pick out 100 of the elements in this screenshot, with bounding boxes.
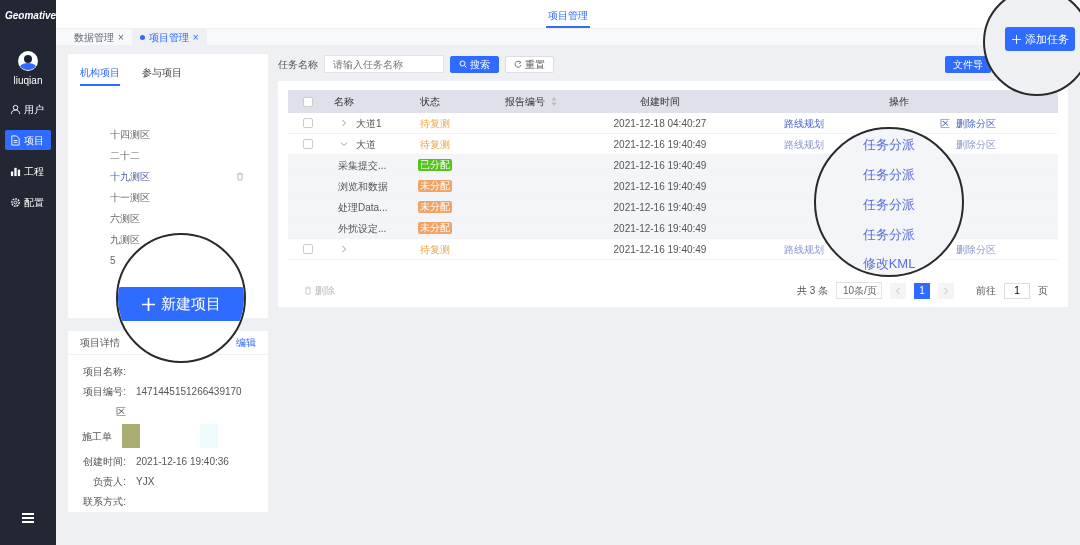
user-icon	[10, 103, 21, 115]
avatar-icon	[18, 51, 38, 71]
date-cell-text: 2021-12-16 19:40:49	[613, 179, 707, 194]
sort-icon	[551, 97, 557, 106]
action-link[interactable]: 任务分派	[863, 225, 915, 245]
breadcrumb-tab[interactable]: 数据管理 ×	[66, 29, 132, 45]
sidebar-item[interactable]: 项目	[5, 130, 51, 150]
field-label: 创建时间:	[82, 454, 126, 469]
status-text: 待复测	[420, 137, 450, 152]
date-cell-text: 2021-12-16 19:40:49	[613, 221, 707, 236]
name-cell-text: 外扰设定...	[338, 221, 387, 236]
reset-icon	[514, 60, 522, 68]
column-header: 报告编号	[505, 95, 545, 109]
column-header: 名称	[334, 95, 354, 109]
row-checkbox[interactable]	[303, 244, 313, 254]
task-name-field[interactable]: 请输入任务名称	[324, 55, 444, 73]
name-cell-text: 采集提交...	[338, 158, 387, 173]
project-item[interactable]: 十一测区	[110, 190, 150, 205]
page-suffix: 页	[1038, 284, 1048, 298]
field-label: 施工单	[80, 429, 112, 444]
page-size-select[interactable]: 10条/页	[836, 282, 882, 299]
field-value: 1471445151266439170	[136, 384, 242, 399]
panel-tab[interactable]: 机构项目	[80, 63, 120, 86]
field-value: YJX	[136, 474, 155, 489]
bar-chart-icon	[10, 165, 21, 177]
date-cell-text: 2021-12-16 19:40:49	[613, 242, 707, 257]
project-item[interactable]: 六测区	[110, 211, 140, 226]
status-tag: 未分配	[418, 180, 452, 192]
project-item[interactable]: 九测区	[110, 232, 140, 247]
panel-tab[interactable]: 参与项目	[142, 63, 182, 86]
logo: Geomative	[5, 9, 56, 23]
close-icon[interactable]: ×	[118, 29, 124, 45]
chevron-down-icon[interactable]	[340, 140, 348, 148]
action-link[interactable]: 删除分区	[956, 136, 996, 152]
name-cell-text: 大道	[356, 137, 376, 152]
breadcrumb-tab[interactable]: 项目管理 ×	[131, 29, 207, 45]
date-cell-text: 2021-12-18 04:40:27	[613, 116, 707, 131]
goto-label: 前往	[976, 284, 996, 298]
date-cell-text: 2021-12-16 19:40:49	[613, 137, 707, 152]
date-cell-text: 2021-12-16 19:40:49	[613, 158, 707, 173]
active-dot	[139, 34, 145, 40]
new-project-button[interactable]: 新建项目	[118, 287, 244, 321]
chevron-right-icon[interactable]	[340, 119, 348, 127]
reset-button[interactable]: 重置	[505, 55, 554, 73]
action-link[interactable]: 任务分派	[863, 135, 915, 155]
row-checkbox[interactable]	[303, 118, 313, 128]
project-item[interactable]: 5	[110, 253, 116, 268]
action-link[interactable]: 任务分派	[863, 195, 915, 215]
project-item[interactable]: 十四测区	[110, 127, 150, 142]
column-header: 操作	[889, 95, 909, 109]
status-tag: 已分配	[418, 159, 452, 171]
field-label: 区	[115, 404, 126, 419]
name-cell-text: 大道1	[356, 116, 382, 131]
field-label: 联系方式:	[82, 494, 126, 509]
project-item[interactable]: 十九测区	[110, 169, 150, 184]
field-label: 项目编号:	[82, 384, 126, 399]
field-label: 负责人:	[92, 474, 126, 489]
import-button[interactable]: 文件导	[945, 55, 991, 73]
date-cell-text: 2021-12-16 19:40:49	[613, 200, 707, 215]
column-header: 创建时间	[640, 95, 680, 109]
plus-icon	[1011, 34, 1021, 44]
action-link[interactable]: 修改KML	[862, 254, 916, 274]
total-count: 共 3 条	[796, 284, 828, 298]
plus-icon	[141, 297, 155, 311]
page-button[interactable]: 1	[914, 282, 930, 299]
close-icon[interactable]: ×	[192, 29, 199, 45]
action-link[interactable]: 路线规划	[784, 115, 824, 131]
status-text: 待复测	[420, 242, 450, 257]
status-tag: 未分配	[418, 222, 452, 234]
add-task-button[interactable]: 添加任务	[1005, 27, 1075, 51]
action-link[interactable]: 区	[940, 115, 950, 131]
settings-icon	[10, 196, 21, 208]
next-page-button[interactable]	[938, 282, 954, 299]
action-link[interactable]: 路线规划	[784, 241, 824, 257]
page-number-field[interactable]: 1	[1004, 282, 1030, 299]
field-label: 项目名称:	[82, 364, 126, 379]
header-checkbox[interactable]	[303, 96, 313, 107]
column-header: 状态	[420, 95, 440, 109]
edit-link[interactable]: 编辑	[236, 335, 256, 350]
sidebar-item[interactable]: 工程	[5, 161, 51, 181]
search-button[interactable]: 搜索	[450, 55, 499, 73]
project-item[interactable]: 二十二	[110, 148, 140, 163]
row-checkbox[interactable]	[303, 139, 313, 149]
trash-icon	[304, 286, 312, 295]
action-link[interactable]: 删除分区	[956, 115, 996, 131]
prev-page-button[interactable]	[890, 282, 906, 299]
chevron-right-icon[interactable]	[340, 245, 348, 253]
name-cell-text: 浏览和数据	[338, 179, 388, 194]
user-name: liuqian	[12, 74, 44, 88]
field-value: 2021-12-16 19:40:36	[136, 454, 229, 469]
sidebar-item[interactable]: 用户	[5, 99, 51, 119]
action-link[interactable]: 任务分派	[863, 165, 915, 185]
chevron-right-icon	[943, 286, 949, 295]
action-link[interactable]: 路线规划	[784, 136, 824, 152]
sidebar-item[interactable]: 配置	[5, 192, 51, 212]
search-icon	[459, 60, 467, 68]
details-title: 项目详情	[80, 336, 120, 350]
trash-icon	[236, 172, 244, 181]
action-link[interactable]: 删除分区	[956, 241, 996, 257]
filter-label: 任务名称	[278, 57, 318, 72]
